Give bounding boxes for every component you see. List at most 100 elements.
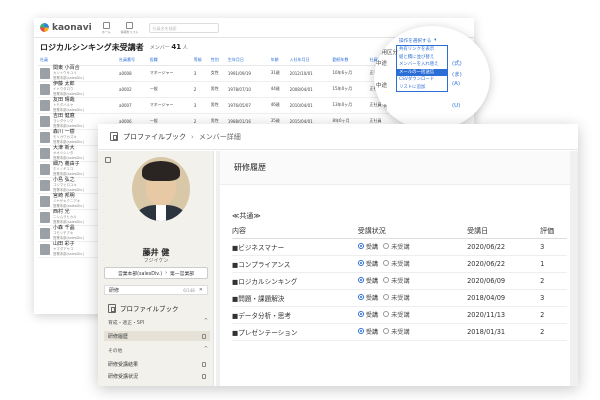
hire-type-cell: 中途 [376, 61, 388, 67]
document-icon [202, 333, 206, 339]
profile-book-heading: プロファイルブック [108, 303, 179, 313]
employee-dept: 営業本部(salesDiv.) [53, 155, 85, 160]
sidebar-section-title: 育成・適正・SPI [108, 321, 145, 326]
employee-cell[interactable]: 関東 小百合 カントウサユリ 営業本部(salesDiv.) [38, 65, 117, 82]
lock-icon[interactable] [105, 157, 111, 163]
employee-dept: 営業本部(salesDiv.) [53, 251, 85, 256]
action-menu-magnifier: 操作を選択する ▾ 共有リンクを表示 組と積に並び替え メンバーを入れ替え メールの一… [374, 26, 490, 130]
cell-no: a0008 [117, 65, 148, 82]
radio-not-attended[interactable]: 未受講 [383, 310, 410, 319]
breadcrumb-profile-book[interactable]: プロファイルブック [123, 132, 186, 142]
employee-dept: 営業本部(salesDiv.) [53, 235, 85, 240]
employee-dept: 営業本部(salesDiv.) [53, 187, 85, 192]
cell-grade: 3 [191, 65, 209, 82]
column-header[interactable]: 等級 [191, 56, 209, 66]
cell-tenure: 10年6ヶ月 [330, 65, 368, 82]
sidebar-section[interactable]: その他 ^ [108, 347, 208, 354]
nav-list[interactable]: 情報をリスト [120, 21, 139, 34]
cell-age: 31歳 [268, 65, 288, 82]
column-header[interactable]: 性別 [208, 56, 226, 66]
chevron-up-icon[interactable]: ^ [204, 347, 208, 352]
column-header[interactable]: 年齢 [268, 56, 288, 66]
menu-item[interactable]: CSVダウンロード [397, 76, 447, 84]
attendance-status: 受講 未受講 [357, 306, 468, 324]
training-table-body: ■ビジネスマナー 受講 未受講 2020/06/22 3 ■コンプライアンス 受講 未受講 20… [232, 238, 567, 341]
radio-label: 未受講 [391, 277, 410, 285]
evaluation: 2 [540, 272, 567, 290]
radio-label: 未受講 [391, 294, 410, 302]
radio-label: 受講 [365, 294, 379, 302]
nav-home[interactable]: ホーム [102, 21, 111, 34]
member-count: メンバー 41 人 [150, 43, 188, 51]
avatar [40, 195, 50, 207]
cell-pos: マネージャー [147, 97, 192, 114]
radio-attended[interactable]: 受講 [357, 327, 378, 336]
radio-attended[interactable]: 受講 [357, 293, 379, 302]
avatar [40, 83, 50, 95]
radio-attended[interactable]: 受講 [357, 242, 378, 251]
cell-birth: 1991/09/19 [225, 65, 269, 82]
employee-cell[interactable]: 友田 晴哉 トモダハルヤ 営業本部(salesDiv.) [38, 97, 117, 114]
sidebar-section-title: その他 [108, 349, 123, 354]
employee-cell[interactable]: 伊藤 太郎 イトウタロウ 営業本部(salesDiv.) [38, 81, 117, 98]
radio-unchecked-icon [383, 260, 390, 267]
chevron-up-icon[interactable]: ^ [204, 319, 208, 324]
radio-attended[interactable]: 受講 [357, 259, 378, 268]
evaluation: 2 [540, 323, 567, 341]
menu-item[interactable]: メンバーを入れ替え [397, 61, 447, 69]
sheet-search-input[interactable]: 研修 6/148 ✕ [104, 285, 208, 295]
radio-attended[interactable]: 受講 [357, 310, 378, 319]
table-row: ■ロジカルシンキング 受講 未受講 2020/06/09 2 [232, 272, 567, 290]
nav-list-label: 情報をリスト [120, 29, 139, 34]
member-label: メンバー [149, 45, 170, 51]
radio-not-attended[interactable]: 未受講 [383, 242, 410, 251]
kaonavi-logo-icon [40, 23, 49, 32]
search-value: 研修 [109, 287, 120, 294]
cell-sex: 女性 [208, 65, 226, 82]
sidebar-item[interactable]: 研修受講状況 [108, 371, 210, 381]
radio-not-attended[interactable]: 未受講 [383, 327, 410, 336]
attendance-date: 2020/06/22 [467, 255, 541, 273]
employee-dept: 営業本部(salesDiv.) [53, 171, 85, 176]
radio-not-attended[interactable]: 未受講 [383, 259, 410, 268]
evaluation: 3 [540, 289, 567, 307]
chevron-down-icon: ▾ [434, 38, 437, 43]
list-title: ロジカルシンキング未受講者 [40, 42, 144, 52]
column-header[interactable]: 入社年月日 [287, 56, 331, 66]
sidebar-item-label: 研修受講結果 [108, 361, 139, 368]
employee-dept: 営業本部(salesDiv.) [53, 219, 85, 224]
employee: 友田 晴哉 トモダハルヤ 営業本部(salesDiv.) [40, 97, 117, 113]
column-header[interactable]: 勤続年数 [330, 56, 368, 66]
menu-item[interactable]: リストに追加 [397, 84, 447, 92]
radio-checked-icon [357, 277, 364, 284]
panel-title: 研修履歴 [220, 151, 570, 185]
sidebar-section[interactable]: 育成・適正・SPI ^ [108, 319, 208, 326]
select-action-dropdown[interactable]: 操作を選択する ▾ [396, 36, 456, 45]
menu-item[interactable]: メールの一括送信 [397, 68, 447, 76]
radio-checked-icon [357, 243, 364, 250]
sidebar-item[interactable]: 研修受講結果 [108, 359, 210, 369]
radio-checked-icon [357, 294, 364, 301]
logo[interactable]: kaonavi [40, 23, 92, 33]
radio-attended[interactable]: 受講 [357, 276, 378, 285]
training-history-panel: 研修履歴 ≪共通≫ 内容 受講状況 受講日 評価 ■ビジネスマナー 受講 未受講 2020/… [220, 151, 570, 386]
column-header[interactable]: 社員番号 [117, 56, 148, 66]
radio-not-attended[interactable]: 未受講 [383, 293, 410, 302]
menu-item[interactable]: 共有リンクを表示 [397, 46, 447, 54]
column-header[interactable]: 生年月日 [225, 56, 269, 66]
column-header[interactable]: 役職 [147, 56, 192, 66]
team-label: 第一営業部 [170, 271, 195, 277]
menu-item[interactable]: 組と積に並び替え [397, 54, 447, 62]
member-unit: 人 [182, 45, 188, 51]
employee-search-input[interactable]: 社員名を検索 [148, 22, 219, 33]
radio-unchecked-icon [383, 311, 390, 318]
avatar [40, 227, 50, 239]
employee-dept: 営業本部(salesDiv.) [53, 203, 85, 208]
close-icon[interactable]: ✕ [199, 287, 203, 293]
column-header[interactable]: 社員 [38, 56, 117, 66]
radio-checked-icon [357, 311, 364, 318]
employee-dept: 営業本部(salesDiv.) [53, 75, 85, 80]
radio-not-attended[interactable]: 未受講 [383, 276, 410, 285]
attendance-status: 受講 未受講 [357, 272, 468, 290]
sidebar-item[interactable]: 研修履歴 [104, 331, 210, 341]
